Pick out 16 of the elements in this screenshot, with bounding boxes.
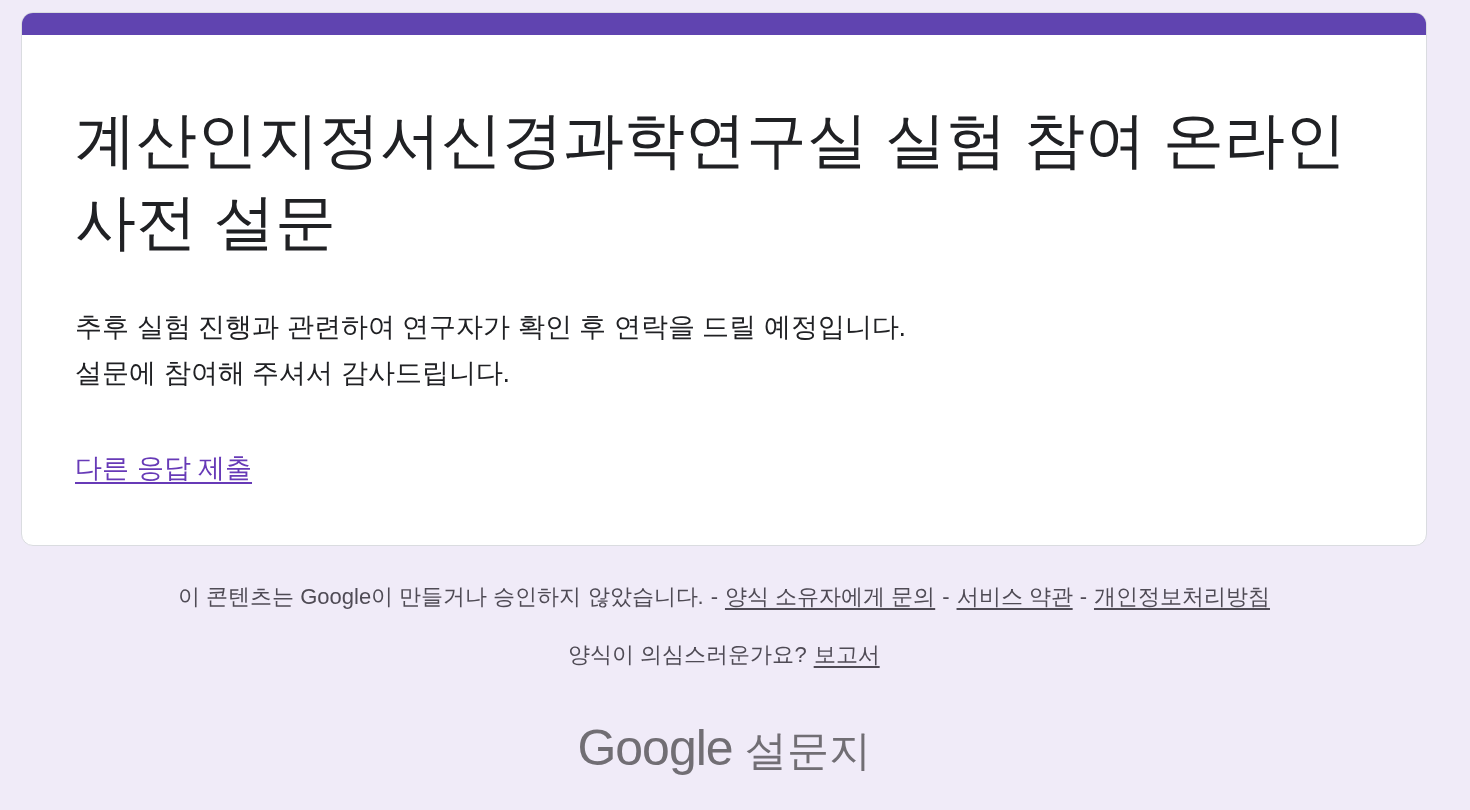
google-forms-logo[interactable]: Google 설문지 — [577, 718, 871, 781]
form-title: 계산인지정서신경과학연구실 실험 참여 온라인 사전 설문 — [75, 105, 1347, 258]
footer-link[interactable]: 양식 소유자에게 문의 — [724, 582, 936, 612]
form-description: 설문에 참여해 주셔서 감사드립니다. — [75, 357, 511, 390]
report-link[interactable]: 보고서 — [813, 640, 880, 670]
dash-separator: - — [942, 583, 950, 611]
footer-link[interactable]: 개인정보처리방침 — [1094, 582, 1270, 612]
dash-separator: - — [1079, 583, 1087, 611]
dash-separator: - — [710, 583, 718, 611]
footer-link[interactable]: 서비스 약관 — [956, 582, 1073, 612]
form-description: 추후 실험 진행과 관련하여 연구자가 확인 후 연락을 드릴 예정입니다. — [75, 311, 907, 344]
logo-product-text: 설문지 — [744, 726, 871, 776]
logo-brand-text: Google — [577, 719, 733, 778]
report-question-text: 양식이 의심스러운가요? — [568, 641, 807, 669]
submit-another-response-link[interactable]: 다른 응답 제출 — [75, 445, 252, 491]
disclaimer-text: 이 콘텐츠는 Google이 만들거나 승인하지 않았습니다. — [178, 583, 704, 611]
